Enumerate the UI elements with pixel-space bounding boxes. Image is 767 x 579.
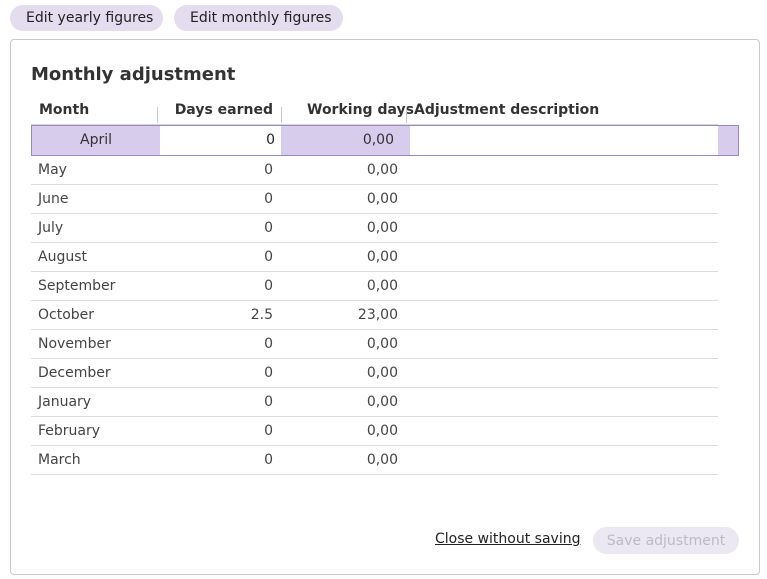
days-earned-cell: 0 — [264, 336, 273, 352]
month-cell: April — [80, 132, 112, 148]
days-earned-cell: 0 — [264, 220, 273, 236]
table-row[interactable]: December 0 0,00 — [31, 359, 718, 388]
month-cell: March — [38, 452, 81, 468]
month-cell: February — [38, 423, 101, 439]
monthly-adjustment-panel: Monthly adjustment Month Days earned Wor… — [10, 39, 760, 575]
save-adjustment-button[interactable]: Save adjustment — [593, 527, 739, 554]
working-days-cell: 0,00 — [366, 423, 398, 439]
working-days-cell: 0,00 — [366, 220, 398, 236]
working-days-cell: 0,00 — [366, 191, 398, 207]
month-cell: December — [38, 365, 111, 381]
month-cell: May — [38, 162, 67, 178]
close-without-saving-link[interactable]: Close without saving — [435, 531, 580, 547]
column-separator — [157, 107, 158, 123]
column-header-description: Adjustment description — [414, 102, 600, 118]
table-row[interactable]: May 0 0,00 — [31, 156, 718, 185]
panel-title: Monthly adjustment — [31, 64, 236, 85]
days-earned-input[interactable]: 0 — [160, 126, 281, 155]
days-earned-cell: 0 — [264, 394, 273, 410]
month-cell: June — [38, 191, 69, 207]
table-row[interactable]: June 0 0,00 — [31, 185, 718, 214]
column-header-month: Month — [39, 102, 90, 118]
working-days-cell: 0,00 — [362, 132, 394, 148]
days-earned-cell: 2.5 — [250, 307, 273, 323]
table-row[interactable]: January 0 0,00 — [31, 388, 718, 417]
days-earned-cell: 0 — [264, 365, 273, 381]
edit-monthly-figures-button[interactable]: Edit monthly figures — [174, 5, 343, 31]
working-days-cell: 0,00 — [366, 365, 398, 381]
table-row-selected[interactable]: April 0 0,00 — [31, 125, 739, 156]
month-cell: September — [38, 278, 116, 294]
days-earned-cell: 0 — [264, 423, 273, 439]
table-row[interactable]: September 0 0,00 — [31, 272, 718, 301]
table-row[interactable]: October 2.5 23,00 — [31, 301, 718, 330]
days-earned-cell: 0 — [264, 278, 273, 294]
month-cell: November — [38, 336, 111, 352]
working-days-cell: 23,00 — [357, 307, 398, 323]
table-row[interactable]: November 0 0,00 — [31, 330, 718, 359]
column-separator — [406, 107, 407, 123]
days-earned-cell: 0 — [264, 452, 273, 468]
table-row[interactable]: March 0 0,00 — [31, 446, 718, 475]
column-header-days-earned: Days earned — [174, 102, 273, 118]
working-days-cell: 0,00 — [366, 162, 398, 178]
month-cell: October — [38, 307, 95, 323]
days-earned-cell: 0 — [264, 249, 273, 265]
working-days-cell: 0,00 — [366, 336, 398, 352]
table-header: Month Days earned Working days Adjustmen… — [31, 98, 718, 125]
column-header-working-days: Working days — [307, 102, 414, 118]
table-row[interactable]: February 0 0,00 — [31, 417, 718, 446]
month-cell: January — [38, 394, 92, 410]
edit-yearly-figures-button[interactable]: Edit yearly figures — [10, 5, 163, 31]
days-earned-cell: 0 — [264, 162, 273, 178]
days-earned-cell: 0 — [264, 191, 273, 207]
working-days-cell: 0,00 — [366, 452, 398, 468]
table-row[interactable]: July 0 0,00 — [31, 214, 718, 243]
tab-bar: Edit yearly figures Edit monthly figures — [10, 5, 343, 31]
adjustment-description-input[interactable] — [410, 126, 718, 155]
table-row[interactable]: August 0 0,00 — [31, 243, 718, 272]
working-days-cell: 0,00 — [366, 249, 398, 265]
month-cell: July — [38, 220, 64, 236]
column-separator — [281, 107, 282, 123]
working-days-cell: 0,00 — [366, 394, 398, 410]
adjustment-table: Month Days earned Working days Adjustmen… — [31, 98, 739, 475]
working-days-cell: 0,00 — [366, 278, 398, 294]
month-cell: August — [38, 249, 87, 265]
